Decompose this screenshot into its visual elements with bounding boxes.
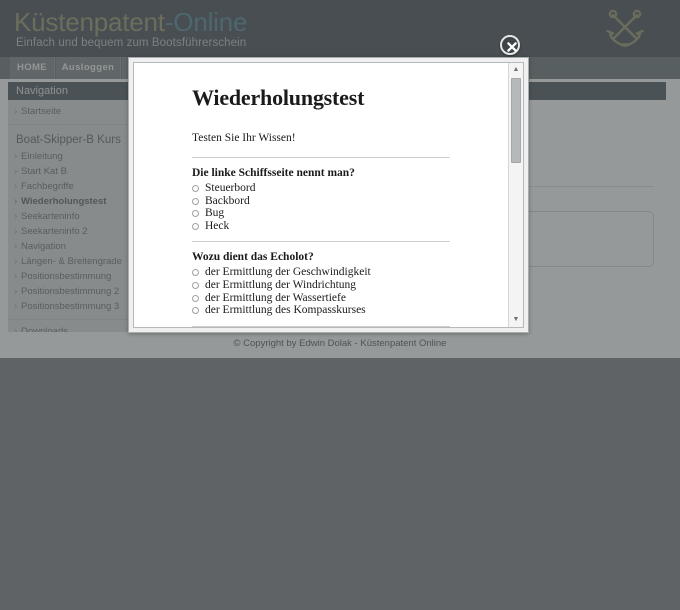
quiz-content: Wiederholungstest Testen Sie Ihr Wissen!… [134, 63, 508, 327]
chevron-up-icon[interactable]: ▲ [509, 63, 523, 77]
option-label: der Ermittlung der Wassertiefe [205, 291, 346, 304]
radio-button-icon[interactable] [192, 281, 199, 289]
question-text: Die linke Schiffsseite nennt man? [192, 167, 355, 179]
question-option[interactable]: der Ermittlung der Windrichtung [192, 279, 486, 292]
quiz-title: Wiederholungstest [192, 85, 365, 110]
close-modal-button[interactable] [500, 35, 520, 55]
question-block-2: Wozu dient das Echolot? der Ermittlung d… [192, 251, 486, 316]
option-label: der Ermittlung des Kompasskurses [205, 304, 366, 317]
radio-button-icon[interactable] [192, 294, 199, 302]
question-divider [192, 241, 450, 243]
question-option[interactable]: Backbord [192, 195, 486, 208]
close-icon [507, 42, 517, 52]
radio-button-icon[interactable] [192, 307, 199, 315]
radio-button-icon[interactable] [192, 222, 199, 230]
quiz-intro-text: Testen Sie Ihr Wissen! [192, 132, 296, 144]
radio-button-icon[interactable] [192, 197, 199, 205]
question-option[interactable]: der Ermittlung der Geschwindigkeit [192, 266, 486, 279]
question-option[interactable]: Steuerbord [192, 182, 486, 195]
question-option[interactable]: Bug [192, 207, 486, 220]
option-label: der Ermittlung der Geschwindigkeit [205, 266, 371, 279]
option-label: der Ermittlung der Windrichtung [205, 278, 357, 291]
chevron-down-icon[interactable]: ▼ [509, 313, 523, 327]
quiz-scrollbar[interactable]: ▲ ▼ [508, 63, 523, 327]
quiz-modal-inner: Wiederholungstest Testen Sie Ihr Wissen!… [133, 62, 524, 328]
question-block-1: Die linke Schiffsseite nennt man? Steuer… [192, 167, 486, 232]
radio-button-icon[interactable] [192, 269, 199, 277]
question-option[interactable]: Heck [192, 220, 486, 233]
option-label: Heck [205, 219, 230, 232]
scrollbar-thumb[interactable] [511, 78, 521, 163]
question-text: Wozu dient das Echolot? [192, 251, 314, 264]
quiz-scroll-area: Wiederholungstest Testen Sie Ihr Wissen!… [134, 63, 508, 327]
option-label: Steuerbord [205, 182, 256, 194]
question-option[interactable]: der Ermittlung des Kompasskurses [192, 304, 486, 317]
question-divider [192, 157, 450, 158]
question-option[interactable]: der Ermittlung der Wassertiefe [192, 292, 486, 305]
question-divider [192, 325, 450, 327]
radio-button-icon[interactable] [192, 185, 199, 192]
quiz-modal: Wiederholungstest Testen Sie Ihr Wissen!… [128, 57, 529, 333]
radio-button-icon[interactable] [192, 210, 199, 218]
option-label: Backbord [205, 194, 250, 207]
option-label: Bug [205, 207, 225, 220]
